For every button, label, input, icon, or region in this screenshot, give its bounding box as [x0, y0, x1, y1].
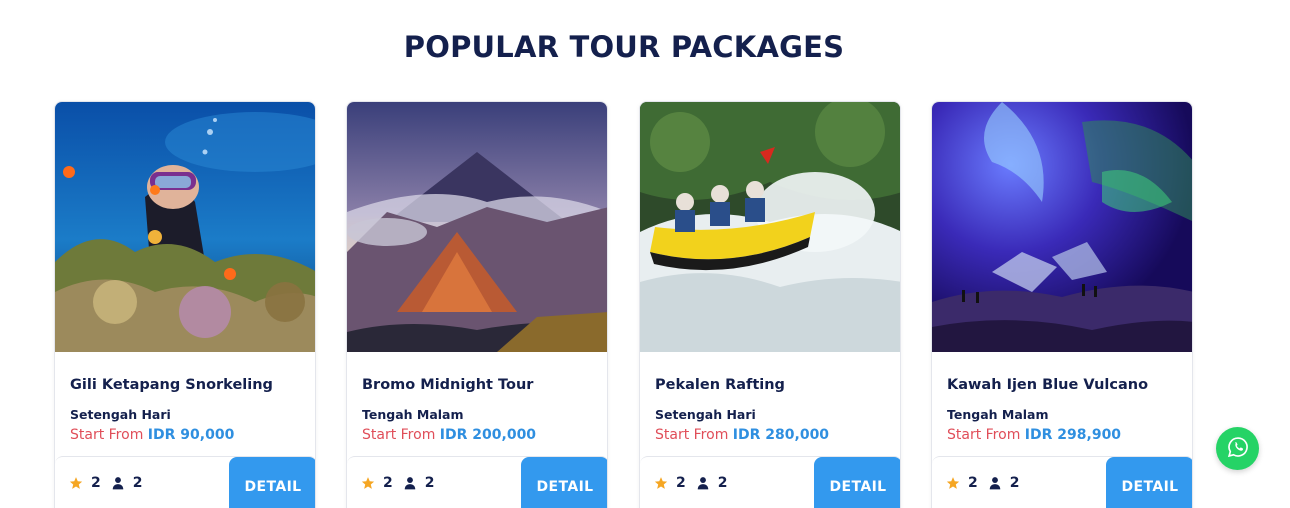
price-value: IDR 200,000 — [439, 427, 537, 443]
card-footer: 2 2 DETAIL — [347, 456, 607, 508]
price-label: Start From — [70, 427, 144, 443]
price-value: IDR 298,900 — [1024, 427, 1122, 443]
detail-button[interactable]: DETAIL — [229, 457, 315, 508]
tour-title[interactable]: Pekalen Rafting — [655, 377, 785, 393]
tour-duration: Setengah Hari — [655, 407, 756, 422]
tour-card-gili-ketapang[interactable]: Gili Ketapang Snorkeling Setengah Hari S… — [54, 101, 316, 508]
rating-value: 2 — [968, 475, 978, 491]
tour-meta: 2 2 — [654, 475, 738, 491]
persons-value: 2 — [717, 475, 728, 491]
tour-duration: Tengah Malam — [947, 407, 1049, 422]
persons-value: 2 — [1009, 475, 1020, 491]
tour-duration: Setengah Hari — [70, 407, 171, 422]
star-icon — [361, 476, 375, 490]
detail-button[interactable]: DETAIL — [521, 457, 607, 508]
snorkeling-photo[interactable] — [55, 102, 315, 352]
blue-fire-photo[interactable] — [932, 102, 1192, 352]
tour-price: Start From IDR 280,000 — [655, 427, 829, 443]
star-icon — [946, 476, 960, 490]
card-footer: 2 2 DETAIL — [932, 456, 1192, 508]
whatsapp-chat-button[interactable] — [1216, 427, 1259, 470]
rafting-photo[interactable] — [640, 102, 900, 352]
tour-card-kawah-ijen[interactable]: Kawah Ijen Blue Vulcano Tengah Malam Sta… — [931, 101, 1193, 508]
rating-value: 2 — [383, 475, 393, 491]
tour-price: Start From IDR 298,900 — [947, 427, 1121, 443]
price-label: Start From — [947, 427, 1021, 443]
volcano-photo[interactable] — [347, 102, 607, 352]
card-footer: 2 2 DETAIL — [55, 456, 315, 508]
tour-duration: Tengah Malam — [362, 407, 464, 422]
star-icon — [654, 476, 668, 490]
price-value: IDR 280,000 — [732, 427, 830, 443]
tour-meta: 2 2 — [69, 475, 153, 491]
price-label: Start From — [655, 427, 729, 443]
price-value: IDR 90,000 — [147, 427, 235, 443]
tour-meta: 2 2 — [946, 475, 1030, 491]
user-icon — [988, 476, 1002, 490]
tour-price: Start From IDR 90,000 — [70, 427, 234, 443]
rating-value: 2 — [676, 475, 686, 491]
tour-meta: 2 2 — [361, 475, 445, 491]
price-label: Start From — [362, 427, 436, 443]
star-icon — [69, 476, 83, 490]
persons-value: 2 — [424, 475, 435, 491]
user-icon — [696, 476, 710, 490]
detail-button[interactable]: DETAIL — [1106, 457, 1192, 508]
tour-price: Start From IDR 200,000 — [362, 427, 536, 443]
detail-button[interactable]: DETAIL — [814, 457, 900, 508]
persons-value: 2 — [132, 475, 143, 491]
tour-title[interactable]: Gili Ketapang Snorkeling — [70, 377, 273, 393]
user-icon — [111, 476, 125, 490]
section-title: POPULAR TOUR PACKAGES — [403, 30, 845, 64]
tour-title[interactable]: Bromo Midnight Tour — [362, 377, 533, 393]
whatsapp-icon — [1227, 436, 1249, 462]
tour-card-bromo[interactable]: Bromo Midnight Tour Tengah Malam Start F… — [346, 101, 608, 508]
tour-title[interactable]: Kawah Ijen Blue Vulcano — [947, 377, 1148, 393]
user-icon — [403, 476, 417, 490]
tour-card-pekalen-rafting[interactable]: Pekalen Rafting Setengah Hari Start From… — [639, 101, 901, 508]
rating-value: 2 — [91, 475, 101, 491]
card-footer: 2 2 DETAIL — [640, 456, 900, 508]
